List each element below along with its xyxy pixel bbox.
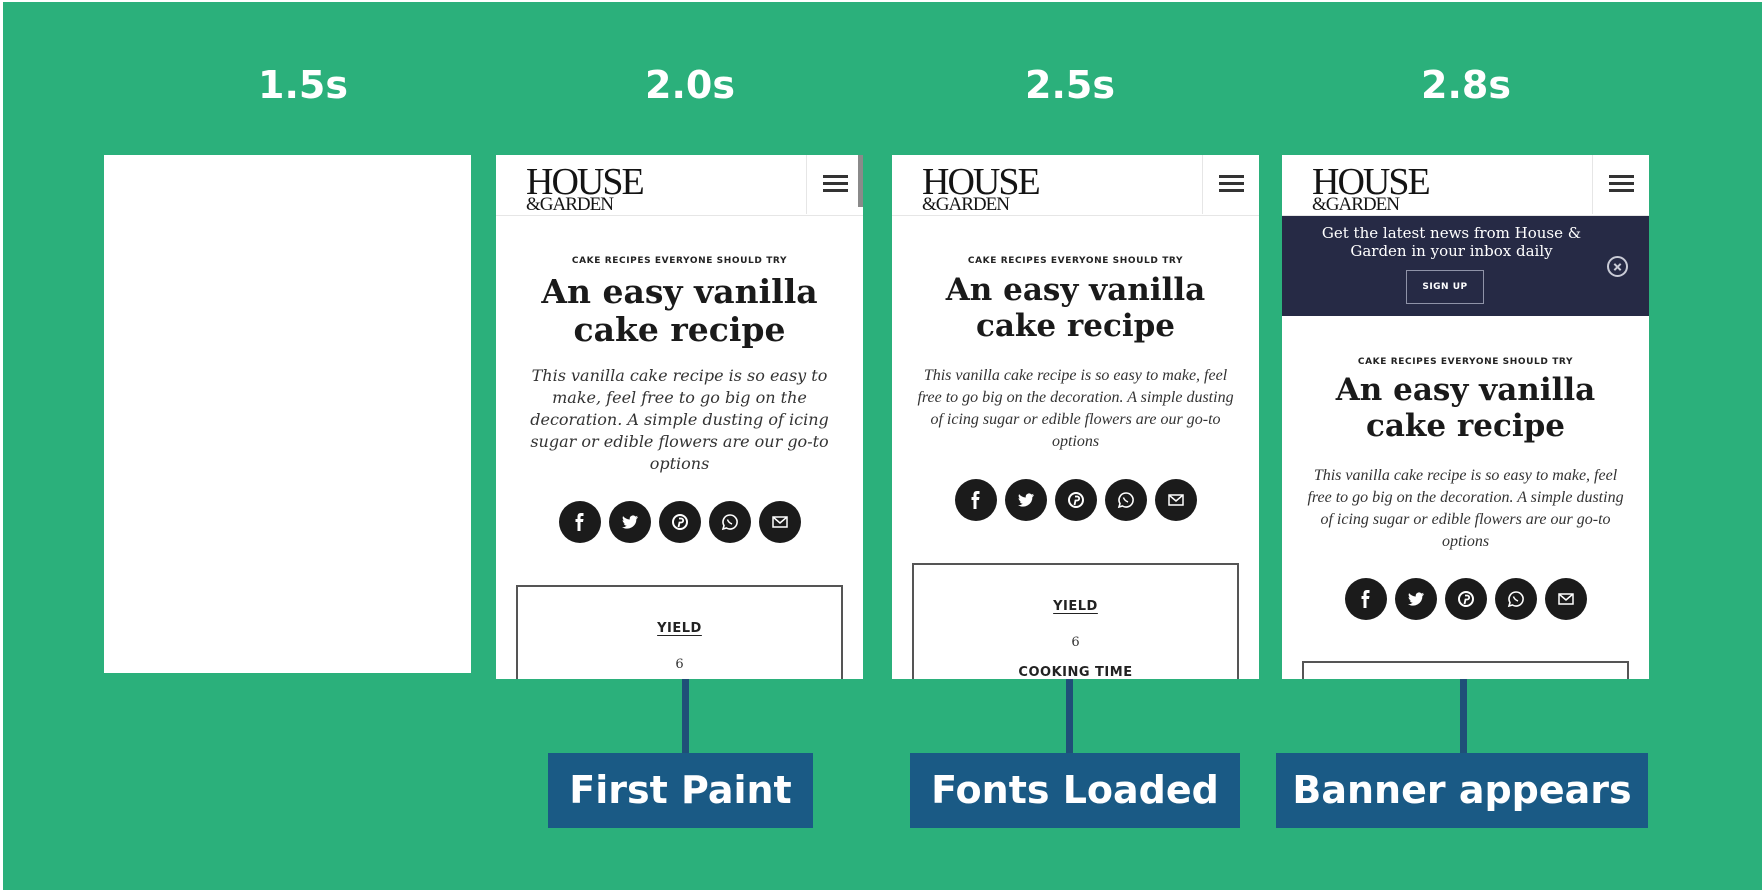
sign-up-button[interactable]: SIGN UP — [1406, 270, 1484, 304]
site-header: HOUSE &GARDEN — [496, 155, 863, 216]
email-icon[interactable] — [1544, 578, 1587, 620]
diagram-canvas: 1.5s 2.0s 2.5s 2.8s HOUSE &GARDEN CAKE R… — [3, 2, 1762, 890]
article-eyebrow: CAKE RECIPES EVERYONE SHOULD TRY — [967, 256, 1184, 266]
scrollbar[interactable] — [858, 155, 863, 207]
hamburger-menu-icon[interactable] — [1202, 155, 1259, 214]
recipe-info-box — [1302, 661, 1629, 679]
article-standfirst: This vanilla cake recipe is so easy to m… — [917, 367, 1234, 450]
facebook-icon[interactable] — [1344, 578, 1387, 620]
pinterest-icon[interactable] — [1444, 578, 1487, 620]
yield-value: 6 — [1071, 635, 1080, 650]
connector-fonts-loaded — [1066, 679, 1073, 753]
frame-blank — [104, 155, 471, 673]
connector-banner-appears — [1460, 679, 1467, 753]
twitter-icon[interactable] — [1004, 479, 1047, 521]
frame-banner-appears: HOUSE &GARDEN Get the latest news from H… — [1282, 155, 1649, 679]
email-icon[interactable] — [1154, 479, 1197, 521]
pinterest-icon[interactable] — [1054, 479, 1097, 521]
hamburger-menu-icon[interactable] — [806, 155, 863, 214]
banner-message: Get the latest news from House & Garden … — [1321, 224, 1582, 260]
hamburger-menu-icon[interactable] — [1592, 155, 1649, 214]
email-icon[interactable] — [758, 501, 801, 543]
time-label-4: 2.8s — [1421, 63, 1511, 107]
site-logo[interactable]: HOUSE &GARDEN — [922, 163, 1041, 214]
yield-label: YIELD — [1053, 599, 1098, 614]
social-share-row — [892, 479, 1259, 521]
cooking-time-label: COOKING TIME — [1018, 665, 1133, 679]
event-label-first-paint: First Paint — [548, 753, 813, 828]
article-title: An easy vanilla cake recipe — [541, 272, 818, 349]
yield-label: YIELD — [657, 621, 702, 636]
whatsapp-icon[interactable] — [1104, 479, 1147, 521]
whatsapp-icon[interactable] — [1494, 578, 1537, 620]
twitter-icon[interactable] — [608, 501, 651, 543]
article-title: An easy vanilla cake recipe — [945, 272, 1206, 344]
whatsapp-icon[interactable] — [708, 501, 751, 543]
yield-value: 6 — [675, 657, 684, 672]
event-label-banner-appears: Banner appears — [1276, 753, 1648, 828]
article-eyebrow: CAKE RECIPES EVERYONE SHOULD TRY — [1357, 357, 1574, 367]
close-icon[interactable] — [1607, 256, 1628, 277]
newsletter-banner: Get the latest news from House & Garden … — [1282, 216, 1649, 316]
recipe-info-box: YIELD 6 — [516, 585, 843, 679]
time-label-1: 1.5s — [258, 63, 348, 107]
article-standfirst: This vanilla cake recipe is so easy to m… — [530, 366, 829, 473]
article-standfirst: This vanilla cake recipe is so easy to m… — [1307, 467, 1624, 550]
social-share-row — [496, 501, 863, 543]
site-header: HOUSE &GARDEN — [1282, 155, 1649, 216]
time-label-3: 2.5s — [1025, 63, 1115, 107]
site-header: HOUSE &GARDEN — [892, 155, 1259, 216]
frame-fonts-loaded: HOUSE &GARDEN CAKE RECIPES EVERYONE SHOU… — [892, 155, 1259, 679]
connector-first-paint — [682, 679, 689, 753]
frame-first-paint: HOUSE &GARDEN CAKE RECIPES EVERYONE SHOU… — [496, 155, 863, 679]
facebook-icon[interactable] — [954, 479, 997, 521]
time-label-2: 2.0s — [645, 63, 735, 107]
site-logo[interactable]: HOUSE &GARDEN — [526, 163, 645, 214]
social-share-row — [1282, 578, 1649, 620]
article-title: An easy vanilla cake recipe — [1335, 372, 1596, 444]
pinterest-icon[interactable] — [658, 501, 701, 543]
article-eyebrow: CAKE RECIPES EVERYONE SHOULD TRY — [571, 256, 788, 266]
event-label-fonts-loaded: Fonts Loaded — [910, 753, 1240, 828]
twitter-icon[interactable] — [1394, 578, 1437, 620]
facebook-icon[interactable] — [558, 501, 601, 543]
recipe-info-box: YIELD 6 COOKING TIME — [912, 563, 1239, 679]
site-logo[interactable]: HOUSE &GARDEN — [1312, 163, 1431, 214]
